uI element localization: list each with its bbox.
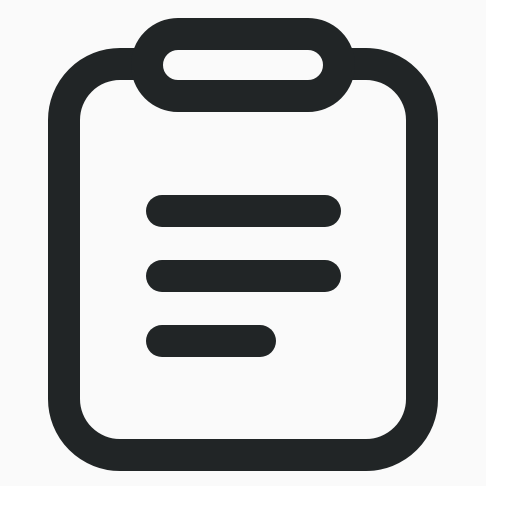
canvas (0, 0, 512, 512)
icon-tile (0, 0, 486, 486)
clipboard-list-icon (0, 0, 486, 486)
